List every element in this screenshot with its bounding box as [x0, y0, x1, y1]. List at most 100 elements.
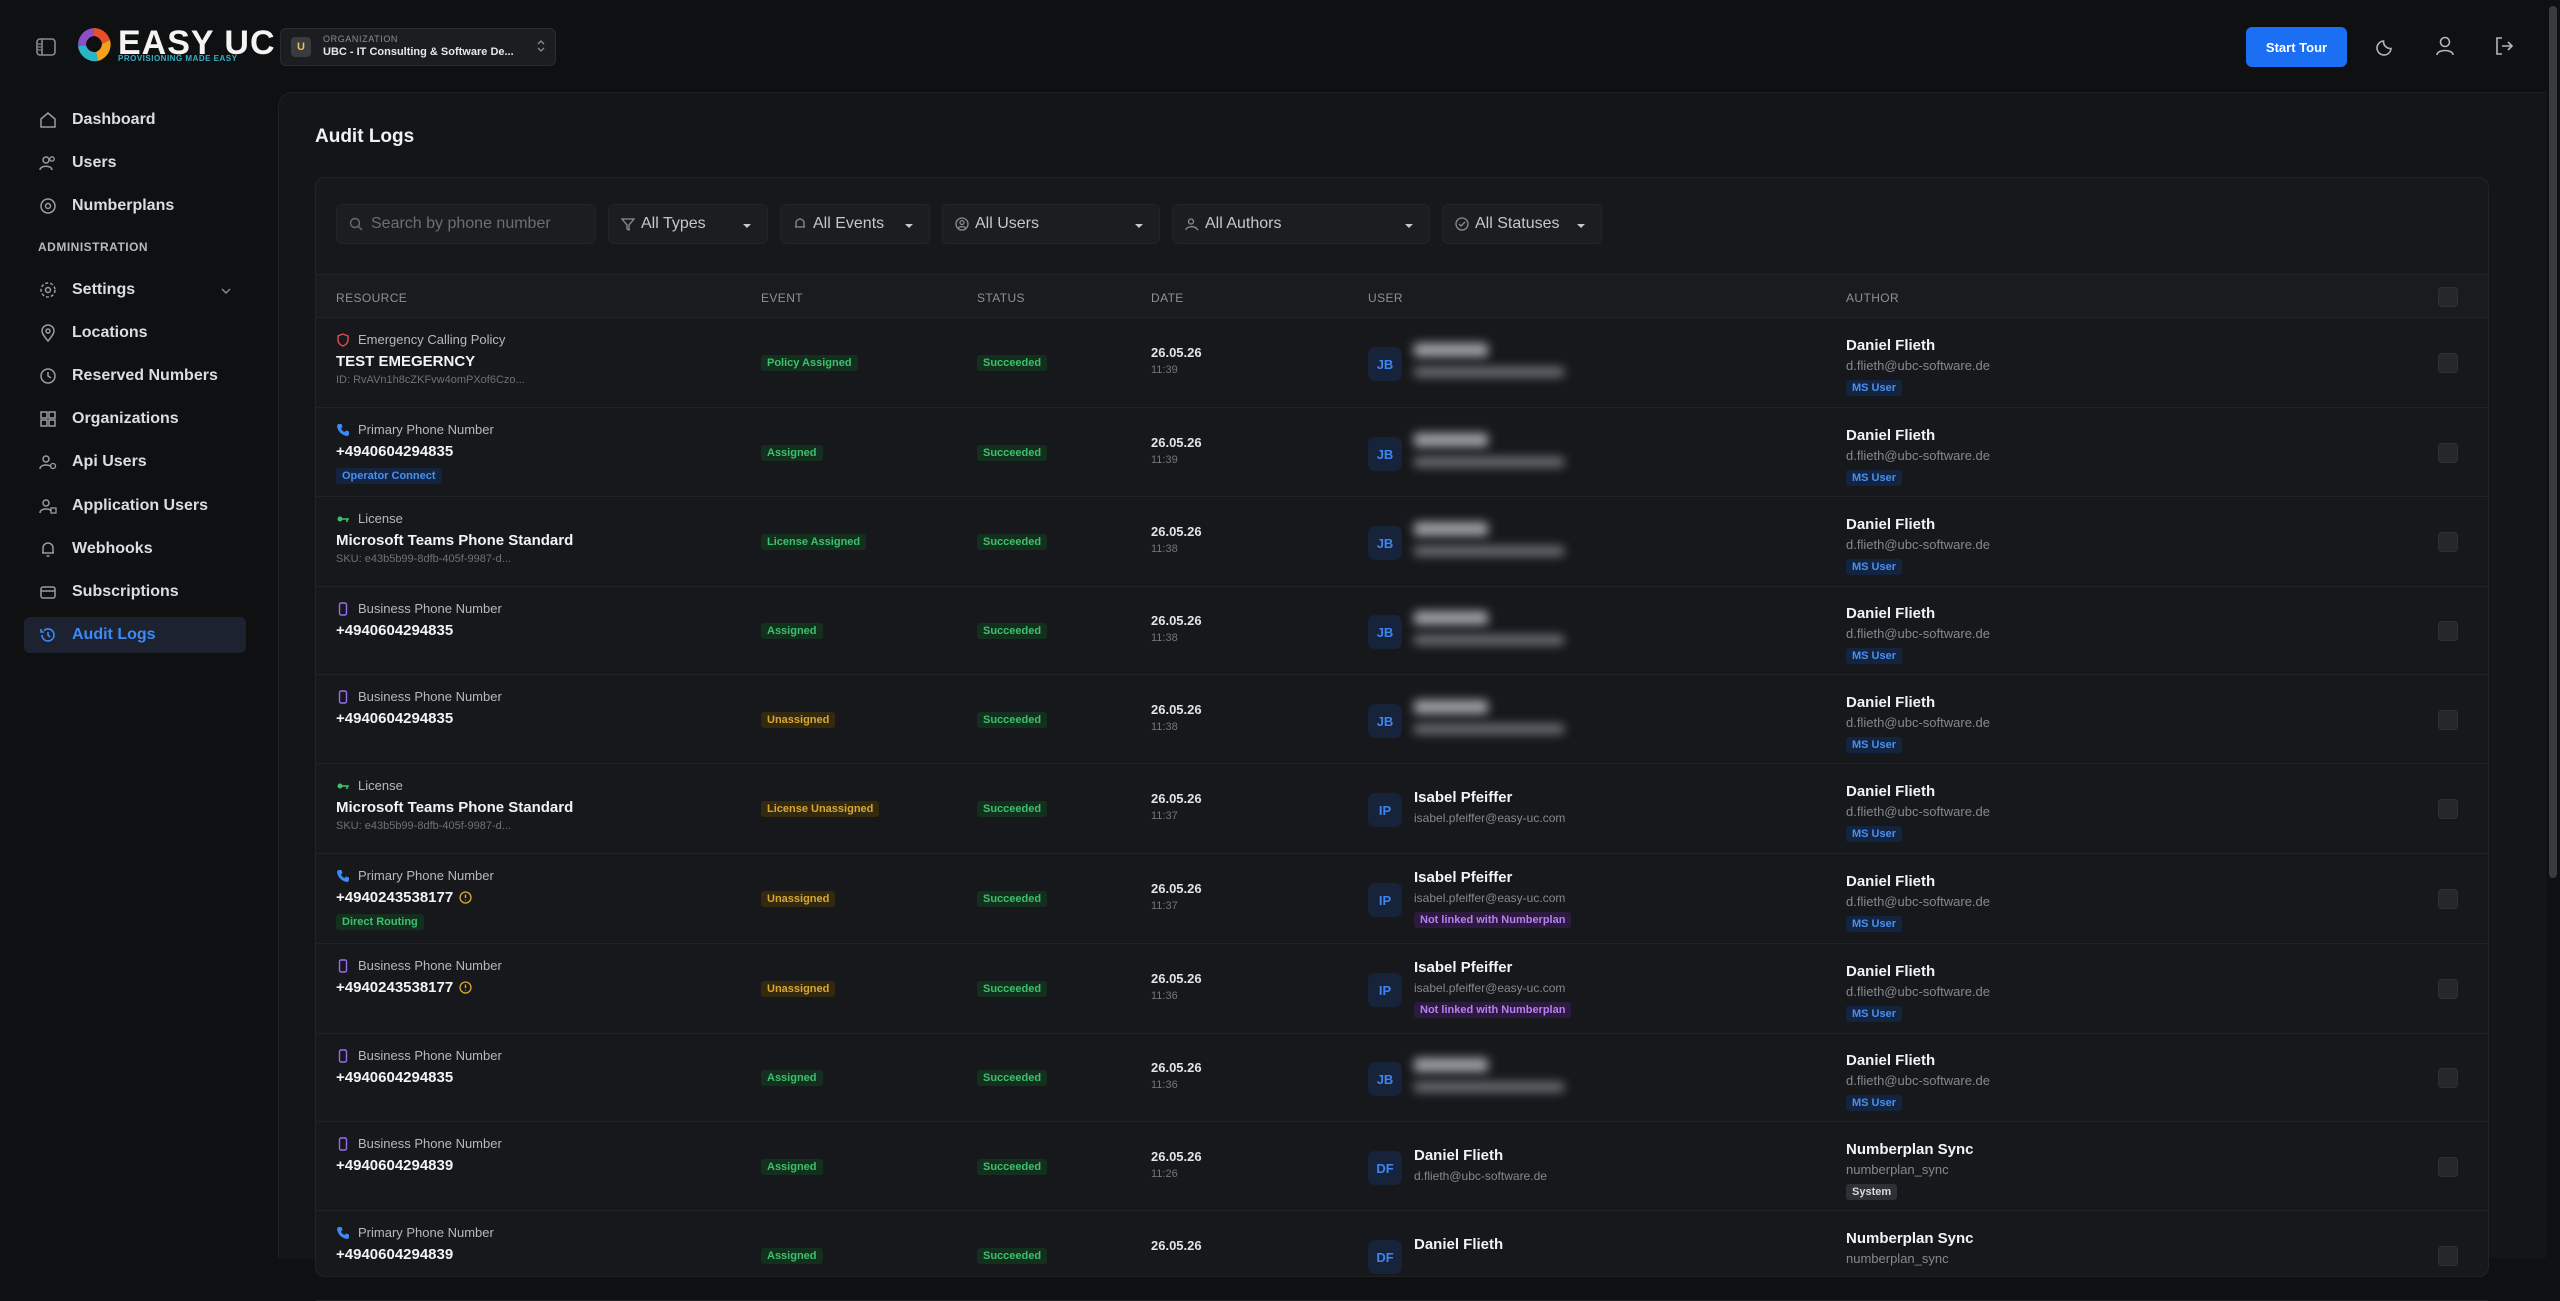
table-row[interactable]: License Microsoft Teams Phone Standard SKU…	[316, 764, 2488, 854]
date-text: 26.05.26	[1151, 791, 1202, 806]
sidebar-item-application-users[interactable]: Application Users	[24, 488, 246, 524]
time-text: 11:37	[1151, 810, 1178, 822]
row-checkbox[interactable]	[2438, 1246, 2458, 1266]
start-tour-button[interactable]: Start Tour	[2246, 27, 2347, 67]
table-row[interactable]: License Microsoft Teams Phone Standard SKU…	[316, 497, 2488, 587]
row-checkbox[interactable]	[2438, 532, 2458, 552]
events-filter[interactable]: All Events	[780, 204, 930, 244]
home-icon	[38, 110, 58, 130]
resource-subtitle: SKU: e43b5b99-8dfb-405f-9987-d...	[336, 820, 511, 832]
resource-name-text: +4940604294835	[336, 710, 454, 727]
sidebar-item-api-users[interactable]: Api Users	[24, 444, 246, 480]
warning-circle-icon[interactable]	[459, 891, 472, 904]
sidebar-item-numberplans[interactable]: Numberplans	[24, 188, 246, 224]
author-cell: Daniel Flieth d.flieth@ubc-software.de MS …	[1846, 783, 1990, 842]
redacted-user-name	[1414, 433, 1488, 447]
column-header-author[interactable]: AUTHOR	[1846, 291, 1899, 305]
author-name: Numberplan Sync	[1846, 1141, 1974, 1158]
panel-icon	[36, 38, 56, 56]
table-row[interactable]: Business Phone Number +4940604294839 Assig…	[316, 1122, 2488, 1211]
authors-filter[interactable]: All Authors	[1172, 204, 1430, 244]
row-checkbox[interactable]	[2438, 979, 2458, 999]
mobile-phone-icon	[336, 958, 350, 973]
row-checkbox[interactable]	[2438, 799, 2458, 819]
date-cell: 26.05.26 11:26	[1151, 1149, 1202, 1180]
row-checkbox[interactable]	[2438, 1068, 2458, 1088]
avatar: IP	[1368, 793, 1402, 827]
row-checkbox[interactable]	[2438, 1157, 2458, 1177]
column-header-event[interactable]: EVENT	[761, 291, 803, 305]
user-cell	[1414, 433, 1564, 467]
types-filter[interactable]: All Types	[608, 204, 768, 244]
logo[interactable]	[74, 24, 114, 66]
event-badge: Policy Assigned	[761, 355, 858, 371]
author-name: Numberplan Sync	[1846, 1230, 1974, 1247]
organization-selector[interactable]: U ORGANIZATION UBC - IT Consulting & Sof…	[280, 28, 556, 66]
bell-icon	[38, 539, 58, 559]
row-checkbox[interactable]	[2438, 889, 2458, 909]
date-text: 26.05.26	[1151, 1060, 1202, 1075]
table-row[interactable]: Business Phone Number +4940243538177 Unass…	[316, 944, 2488, 1034]
sidebar-item-users[interactable]: Users	[24, 145, 246, 181]
sidebar-toggle-button[interactable]	[30, 32, 62, 62]
row-checkbox[interactable]	[2438, 443, 2458, 463]
shield-icon	[336, 332, 350, 347]
author-email: d.flieth@ubc-software.de	[1846, 358, 1990, 373]
table-row[interactable]: Primary Phone Number +4940604294835 Operat…	[316, 408, 2488, 497]
statuses-filter[interactable]: All Statuses	[1442, 204, 1602, 244]
row-checkbox[interactable]	[2438, 710, 2458, 730]
table-row[interactable]: Primary Phone Number +4940604294839 Assign…	[316, 1211, 2488, 1301]
search-field[interactable]	[336, 204, 596, 244]
status-badge: Succeeded	[977, 1248, 1048, 1264]
sidebar-item-settings[interactable]: Settings	[24, 272, 246, 308]
sidebar-item-locations[interactable]: Locations	[24, 315, 246, 351]
redacted-user-email	[1414, 367, 1564, 377]
logout-icon[interactable]	[2490, 32, 2518, 60]
mobile-phone-icon	[336, 1048, 350, 1063]
column-header-status[interactable]: STATUS	[977, 291, 1025, 305]
warning-circle-icon[interactable]	[459, 981, 472, 994]
user-profile-icon[interactable]	[2431, 32, 2459, 60]
scrollbar-thumb[interactable]	[2549, 6, 2557, 878]
page-title: Audit Logs	[315, 126, 415, 147]
date-cell: 26.05.26 11:37	[1151, 881, 1202, 912]
redacted-user-name	[1414, 343, 1488, 357]
sidebar-item-subscriptions[interactable]: Subscriptions	[24, 574, 246, 610]
author-cell: Daniel Flieth d.flieth@ubc-software.de MS …	[1846, 694, 1990, 753]
avatar: JB	[1368, 615, 1402, 649]
sidebar-item-organizations[interactable]: Organizations	[24, 401, 246, 437]
sidebar-item-label: Subscriptions	[72, 583, 179, 600]
resource-name: +4940604294839	[336, 1157, 502, 1174]
search-input[interactable]	[369, 214, 589, 234]
select-all-checkbox[interactable]	[2438, 287, 2458, 307]
user-name: Daniel Flieth	[1414, 1147, 1504, 1164]
author-cell: Daniel Flieth d.flieth@ubc-software.de MS …	[1846, 1052, 1990, 1111]
dark-mode-toggle-icon[interactable]	[2372, 32, 2400, 60]
time-text: 11:37	[1151, 900, 1178, 912]
author-name: Daniel Flieth	[1846, 427, 1936, 444]
column-header-resource[interactable]: RESOURCE	[336, 291, 407, 305]
table-row[interactable]: Business Phone Number +4940604294835 Assig…	[316, 587, 2488, 675]
author-cell: Daniel Flieth d.flieth@ubc-software.de MS …	[1846, 427, 1990, 486]
table-row[interactable]: Business Phone Number +4940604294835 Assig…	[316, 1034, 2488, 1122]
organizations-icon	[38, 409, 58, 429]
sidebar-item-audit-logs[interactable]: Audit Logs	[24, 617, 246, 653]
resource-type-label: Primary Phone Number	[358, 868, 494, 883]
column-header-date[interactable]: DATE	[1151, 291, 1184, 305]
history-icon	[38, 625, 58, 645]
table-row[interactable]: Primary Phone Number +4940243538177 Direct…	[316, 854, 2488, 944]
table-row[interactable]: Business Phone Number +4940604294835 Unass…	[316, 675, 2488, 764]
sidebar-item-webhooks[interactable]: Webhooks	[24, 531, 246, 567]
users-filter[interactable]: All Users	[942, 204, 1160, 244]
row-checkbox[interactable]	[2438, 621, 2458, 641]
column-header-user[interactable]: USER	[1368, 291, 1403, 305]
resource-name-text: +4940604294835	[336, 622, 454, 639]
key-icon	[336, 779, 350, 793]
author-email: d.flieth@ubc-software.de	[1846, 984, 1990, 999]
sidebar-item-reserved-numbers[interactable]: Reserved Numbers	[24, 358, 246, 394]
row-checkbox[interactable]	[2438, 353, 2458, 373]
avatar: DF	[1368, 1151, 1402, 1185]
sidebar-item-dashboard[interactable]: Dashboard	[24, 102, 246, 138]
scrollbar[interactable]	[2546, 0, 2560, 1258]
table-row[interactable]: Emergency Calling Policy TEST EMEGERNCY ID…	[316, 318, 2488, 408]
